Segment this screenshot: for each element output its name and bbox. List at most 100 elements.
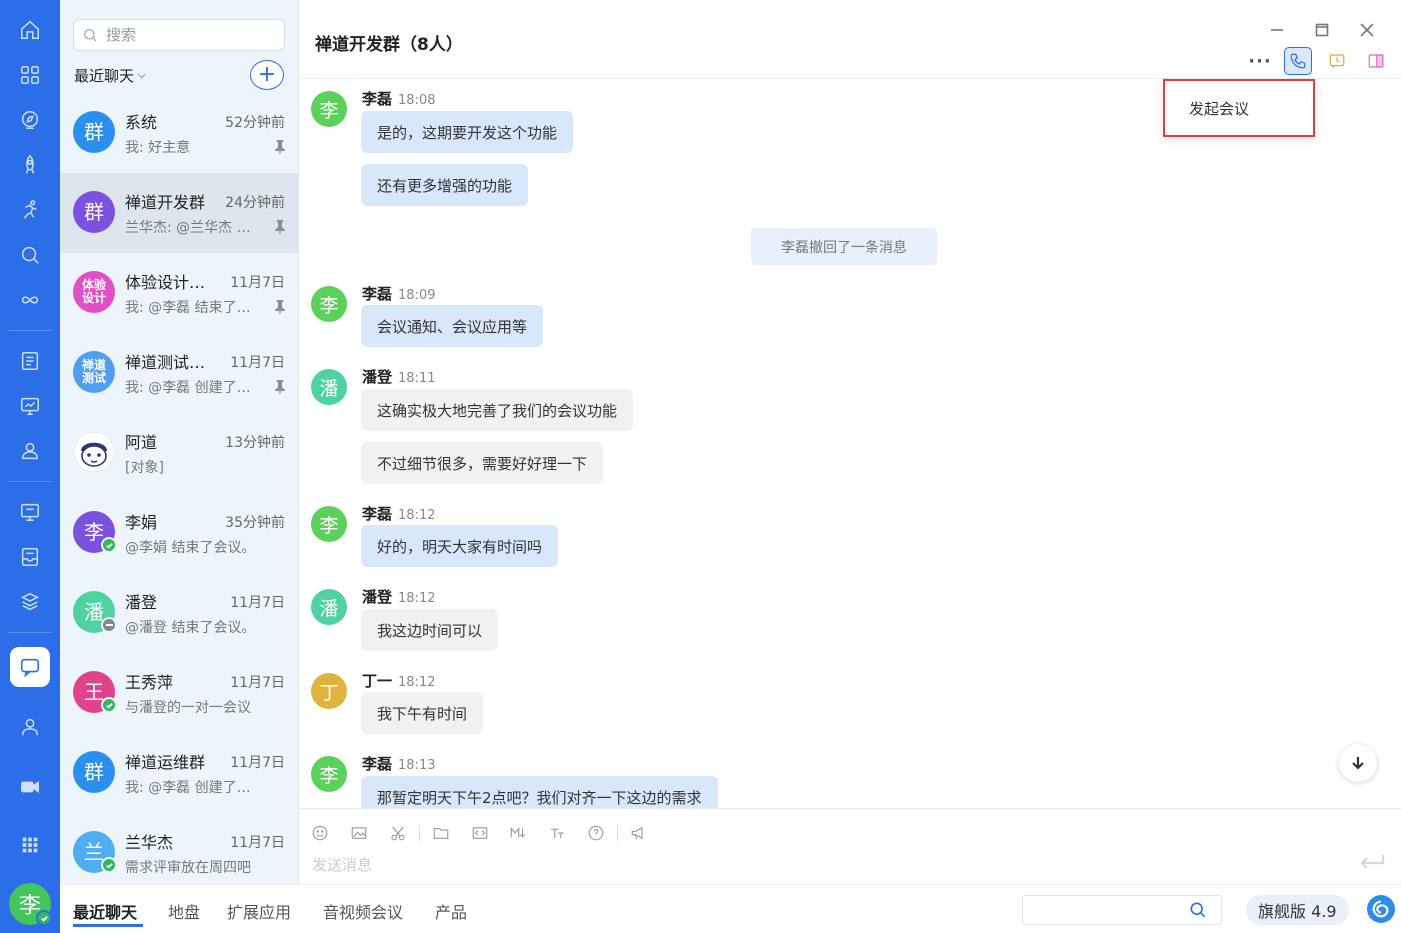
sender-name[interactable]: 潘登 [362, 368, 392, 386]
sender-name[interactable]: 李磊 [362, 285, 392, 303]
infinity-icon[interactable] [15, 285, 45, 315]
message-bubble[interactable]: 好的，明天大家有时间吗 [361, 525, 559, 567]
monitor-chart-icon[interactable] [15, 391, 45, 421]
tab-av-meetings[interactable]: 音视频会议 [323, 899, 403, 923]
message-time: 18:12 [398, 508, 436, 523]
avatar-text: 李 [84, 520, 104, 544]
conversation-item[interactable]: 兰 兰华杰 11月7日 需求评审放在周四吧 [60, 813, 298, 884]
conversation-preview: 我: @李磊 结束了… [125, 300, 251, 316]
markdown-icon[interactable] [507, 822, 529, 844]
online-status-icon [101, 857, 117, 873]
home-icon[interactable] [15, 15, 45, 45]
document-list-icon[interactable] [15, 346, 45, 376]
conversation-time: 11月7日 [230, 755, 285, 771]
conversation-item[interactable]: 群 禅道开发群 24分钟前 兰华杰: @兰华杰 … [60, 173, 298, 253]
text-format-icon[interactable] [546, 822, 568, 844]
message-bubble[interactable]: 还有更多增强的功能 [361, 164, 529, 206]
message-bubble[interactable]: 那暂定明天下午2点吧？我们对齐一下这边的需求 [361, 776, 718, 808]
grid-dots-icon[interactable] [15, 830, 45, 860]
conversation-item[interactable]: 群 禅道运维群 11月7日 我: @李磊 创建了讨… [60, 733, 298, 813]
tab-home[interactable]: 地盘 [168, 899, 200, 923]
message-bubble[interactable]: 会议通知、会议应用等 [361, 305, 544, 347]
version-badge[interactable]: 旗舰版 4.9 [1246, 895, 1349, 925]
message-avatar[interactable]: 李 [311, 286, 347, 322]
cube-stack-icon[interactable] [15, 587, 45, 617]
message-bubble[interactable]: 不过细节很多，需要好好理一下 [361, 442, 604, 484]
conversation-search[interactable] [73, 19, 285, 51]
image-icon[interactable] [348, 822, 370, 844]
avatar-text: 禅道 测试 [81, 358, 106, 385]
conversation-item[interactable]: 阿道 13分钟前 [对象] [60, 413, 298, 493]
search-input[interactable] [106, 26, 276, 44]
tab-recent-chats[interactable]: 最近聊天 [73, 899, 137, 923]
message-avatar[interactable]: 丁 [311, 673, 347, 709]
bottom-search-input[interactable] [1029, 900, 1179, 920]
more-options-button[interactable]: ··· [1246, 47, 1274, 75]
app-logo-icon[interactable] [1367, 895, 1395, 923]
avatar: 体验 设计 [73, 271, 115, 313]
scroll-to-bottom-button[interactable] [1339, 744, 1377, 782]
sidebar-toggle-button[interactable] [1362, 47, 1390, 75]
tab-products[interactable]: 产品 [435, 899, 467, 923]
runner-icon[interactable] [15, 195, 45, 225]
message-bubble[interactable]: 我这边时间可以 [361, 609, 499, 651]
emoji-icon[interactable] [309, 822, 331, 844]
notice-button[interactable] [1323, 47, 1351, 75]
apps-grid-icon[interactable] [15, 60, 45, 90]
scissors-icon[interactable] [387, 822, 409, 844]
message-header: 李磊 18:12 [362, 503, 435, 524]
conversation-item[interactable]: 禅道 测试 禅道测试… 11月7日 我: @李磊 创建了… [60, 333, 298, 413]
code-icon[interactable] [469, 822, 491, 844]
contact-icon[interactable] [15, 712, 45, 742]
message-bubble[interactable]: 这确实极大地完善了我们的会议功能 [361, 389, 634, 431]
sender-name[interactable]: 潘登 [362, 588, 392, 606]
tab-extensions[interactable]: 扩展应用 [227, 899, 291, 923]
message-avatar[interactable]: 李 [311, 91, 347, 127]
folder-icon[interactable] [430, 822, 452, 844]
message-bubble[interactable]: 是的，这期要开发这个功能 [361, 111, 574, 153]
message-avatar[interactable]: 李 [311, 756, 347, 792]
compass-icon[interactable] [15, 105, 45, 135]
search-magnifier-icon[interactable] [15, 240, 45, 270]
maximize-icon[interactable] [1312, 20, 1332, 40]
minimize-icon[interactable] [1267, 20, 1287, 40]
sender-name[interactable]: 李磊 [362, 505, 392, 523]
rocket-icon[interactable] [15, 150, 45, 180]
search-icon[interactable] [1188, 900, 1208, 920]
users-icon[interactable] [15, 436, 45, 466]
message-input[interactable] [312, 853, 1332, 877]
inbox-icon[interactable] [15, 542, 45, 572]
message-avatar[interactable]: 潘 [311, 589, 347, 625]
conversation-item[interactable]: 潘 潘登 11月7日 @潘登 结束了会议。 [60, 573, 298, 653]
sender-name[interactable]: 李磊 [362, 90, 392, 108]
conversation-item[interactable]: 群 系统 52分钟前 我: 好主意 [60, 93, 298, 173]
video-icon[interactable] [15, 772, 45, 802]
sender-name[interactable]: 李磊 [362, 755, 392, 773]
send-icon[interactable] [1358, 852, 1386, 872]
conversation-item[interactable]: 李 李娟 35分钟前 @李娟 结束了会议。 [60, 493, 298, 573]
message-time: 18:11 [398, 371, 436, 386]
help-icon[interactable] [585, 822, 607, 844]
megaphone-icon[interactable] [628, 822, 650, 844]
message-time: 18:12 [398, 591, 436, 606]
add-conversation-button[interactable]: + [250, 60, 284, 90]
recent-chat-filter[interactable]: 最近聊天 ⌵ [74, 65, 146, 86]
close-icon[interactable] [1357, 20, 1377, 40]
message-avatar[interactable]: 李 [311, 506, 347, 542]
conversation-time: 24分钟前 [225, 195, 285, 211]
message-bubble[interactable]: 我下午有时间 [361, 692, 484, 734]
oa-screen-icon[interactable] [15, 497, 45, 527]
my-avatar[interactable]: 李 [9, 883, 52, 926]
sender-name[interactable]: 丁一 [362, 672, 392, 690]
conversation-item[interactable]: 王 王秀萍 11月7日 与潘登的一对一会议 [60, 653, 298, 733]
avatar: 群 [73, 191, 115, 233]
avatar-text: 体验 设计 [81, 278, 106, 305]
chat-icon[interactable] [10, 647, 50, 687]
conversation-name: 兰华杰 [125, 833, 174, 852]
message-time: 18:13 [398, 758, 436, 773]
conversation-item[interactable]: 体验 设计 体验设计… 11月7日 我: @李磊 结束了… [60, 253, 298, 333]
phone-call-button[interactable] [1284, 47, 1312, 75]
message-avatar[interactable]: 潘 [311, 369, 347, 405]
message-time: 18:08 [398, 93, 436, 108]
message-header: 潘登 18:11 [362, 366, 435, 387]
